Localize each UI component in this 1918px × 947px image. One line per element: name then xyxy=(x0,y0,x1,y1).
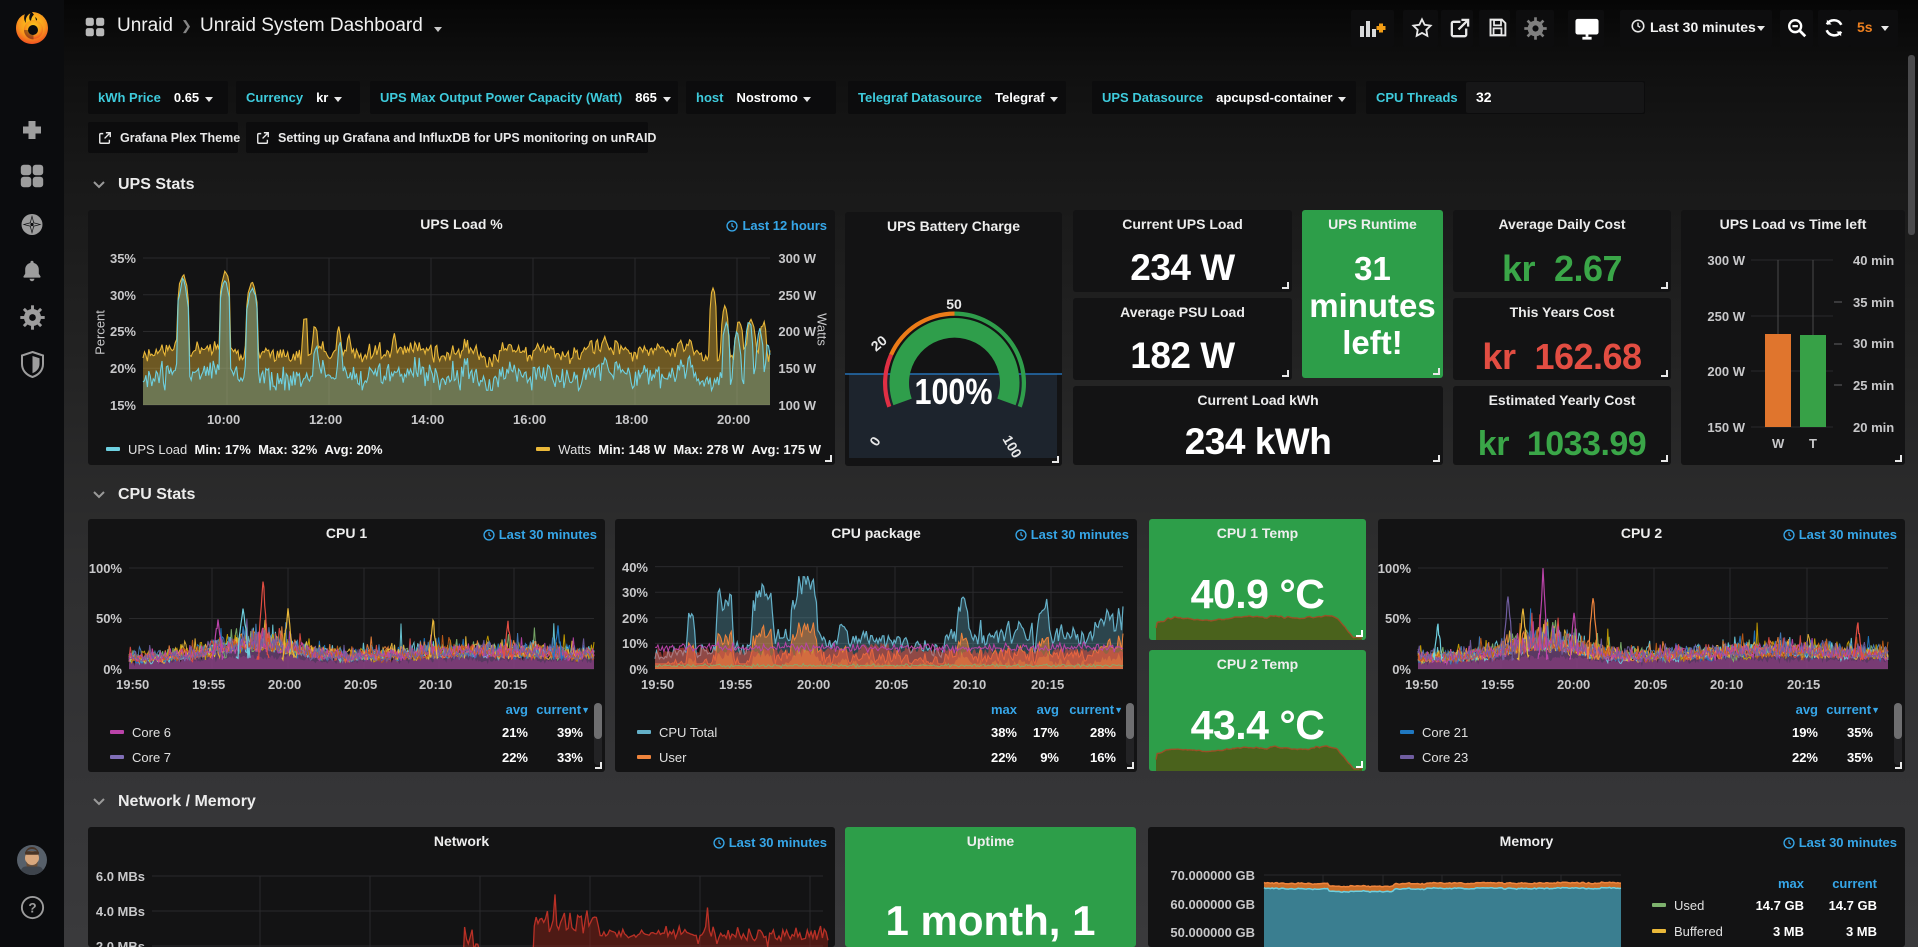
svg-text:100%: 100% xyxy=(915,371,993,412)
svg-text:?: ? xyxy=(28,900,36,915)
svg-text:20: 20 xyxy=(868,332,890,354)
svg-text:50: 50 xyxy=(946,296,962,312)
